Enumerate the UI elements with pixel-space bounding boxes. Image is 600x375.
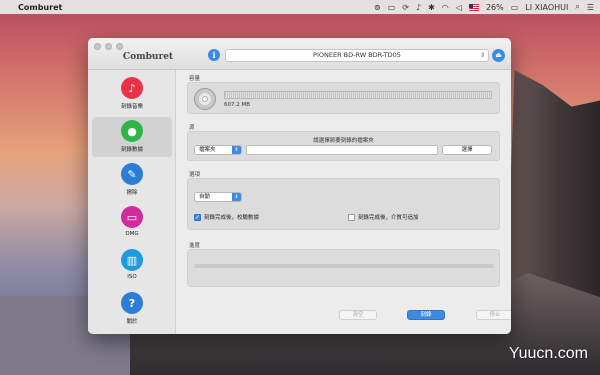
question-icon: ?: [121, 292, 143, 314]
window-controls: [94, 43, 123, 50]
menu-bar: Comburet ⊚ ▭ ⟳ ♪ ✱ ◠ ◁ 26% ▭ LI XIAOHUI …: [0, 0, 600, 14]
capacity-value: 607.2 MB: [224, 102, 251, 108]
source-section-label: 源: [189, 125, 195, 131]
sidebar-item-label: 刻錄數據: [120, 147, 143, 153]
stop-button[interactable]: 停止: [476, 310, 511, 320]
sidebar-item-burn-music[interactable]: ♪ 刻錄音樂: [92, 74, 172, 114]
menu-app-name[interactable]: Comburet: [18, 3, 62, 12]
droplet-icon: ●: [121, 120, 143, 142]
sidebar-item-about[interactable]: ? 關於: [92, 289, 172, 329]
record-icon[interactable]: ⊚: [374, 3, 381, 12]
list-icon[interactable]: ☰: [587, 3, 594, 12]
device-select[interactable]: PIONEER BD-RW BDR-TD05 ⇕: [225, 49, 489, 62]
close-button[interactable]: [94, 43, 101, 50]
clear-button[interactable]: 清空: [339, 310, 377, 320]
minimize-button[interactable]: [105, 43, 112, 50]
user-name[interactable]: LI XIAOHUI: [525, 3, 568, 12]
app-window: Comburet i PIONEER BD-RW BDR-TD05 ⇕ ⏏ ♪ …: [88, 38, 511, 334]
input-flag-icon[interactable]: [468, 3, 479, 11]
main-content: 容量 607.2 MB 源 請選擇將要刻錄的檔案夾 檔案夾 ⇕ 選擇 選項 自動…: [177, 70, 511, 334]
dmg-icon: ▭: [121, 206, 143, 228]
choose-button[interactable]: 選擇: [442, 145, 492, 155]
checkbox-checked-icon: ✓: [194, 213, 201, 221]
options-panel: 自動 ⇕ ✓ 刻錄完成後，校驗數據 刻錄完成後，介質可追加: [187, 178, 500, 230]
search-icon[interactable]: ⌕: [575, 2, 579, 12]
capacity-bar: [224, 91, 492, 99]
battery-text[interactable]: 26%: [486, 3, 504, 12]
burn-button[interactable]: 刻錄: [407, 310, 445, 320]
capacity-section-label: 容量: [189, 76, 201, 82]
eject-icon[interactable]: ⏏: [492, 49, 505, 62]
sidebar-item-label: DMG: [125, 231, 139, 237]
verify-checkbox[interactable]: ✓ 刻錄完成後，校驗數據: [194, 213, 259, 221]
progress-bar: [194, 264, 494, 268]
progress-panel: [187, 249, 500, 287]
append-label: 刻錄完成後，介質可追加: [358, 215, 419, 221]
disc-icon: [194, 88, 216, 110]
volume-icon[interactable]: ♪: [416, 3, 421, 12]
sidebar-item-iso[interactable]: ▥ ISO: [92, 246, 172, 286]
speaker-icon[interactable]: ◁: [456, 3, 462, 12]
window-title: Comburet: [122, 52, 174, 62]
checkbox-unchecked-icon: [348, 213, 355, 221]
sidebar-item-erase[interactable]: ✎ 擦除: [92, 160, 172, 200]
wifi-icon[interactable]: ◠: [442, 3, 449, 12]
battery-icon[interactable]: ▭: [511, 3, 519, 12]
speed-select[interactable]: 自動 ⇕: [194, 192, 242, 202]
info-icon[interactable]: i: [208, 49, 220, 61]
bluetooth-icon[interactable]: ✱: [428, 3, 435, 12]
options-section-label: 選項: [189, 172, 201, 178]
trash-iso-icon: ▥: [121, 249, 143, 271]
sidebar-item-burn-data[interactable]: ● 刻錄數據: [92, 117, 172, 157]
progress-section-label: 進度: [189, 243, 201, 249]
chevron-updown-icon: ⇕: [232, 146, 241, 154]
sidebar-item-label: 擦除: [126, 190, 138, 196]
watermark-text: Yuucn.com: [508, 345, 588, 362]
menu-tray: ⊚ ▭ ⟳ ♪ ✱ ◠ ◁ 26% ▭ LI XIAOHUI ⌕ ☰: [374, 2, 600, 12]
source-path-field[interactable]: [246, 145, 438, 155]
source-hint: 請選擇將要刻錄的檔案夾: [313, 138, 374, 144]
sidebar-item-label: 關於: [126, 319, 138, 325]
title-bar: Comburet i PIONEER BD-RW BDR-TD05 ⇕ ⏏: [88, 38, 511, 70]
sidebar-item-label: ISO: [127, 274, 137, 280]
device-name: PIONEER BD-RW BDR-TD05: [313, 51, 401, 59]
sidebar-item-dmg[interactable]: ▭ DMG: [92, 203, 172, 243]
zoom-button[interactable]: [116, 43, 123, 50]
source-type-select[interactable]: 檔案夾 ⇕: [194, 145, 242, 155]
sidebar-item-label: 刻錄音樂: [120, 104, 143, 110]
source-panel: 請選擇將要刻錄的檔案夾 檔案夾 ⇕ 選擇: [187, 131, 500, 161]
sync-icon[interactable]: ⟳: [402, 3, 409, 12]
chevron-updown-icon: ⇕: [232, 193, 241, 201]
display-icon[interactable]: ▭: [388, 3, 396, 12]
capacity-panel: 607.2 MB: [187, 82, 500, 114]
source-type-value: 檔案夾: [199, 147, 216, 153]
append-checkbox[interactable]: 刻錄完成後，介質可追加: [348, 213, 419, 221]
music-note-icon: ♪: [121, 77, 143, 99]
speed-value: 自動: [199, 194, 211, 200]
eraser-icon: ✎: [121, 163, 143, 185]
chevron-updown-icon: ⇕: [479, 52, 485, 59]
verify-label: 刻錄完成後，校驗數據: [204, 215, 260, 221]
sidebar: ♪ 刻錄音樂 ● 刻錄數據 ✎ 擦除 ▭ DMG ▥ ISO ? 關於: [88, 70, 176, 334]
